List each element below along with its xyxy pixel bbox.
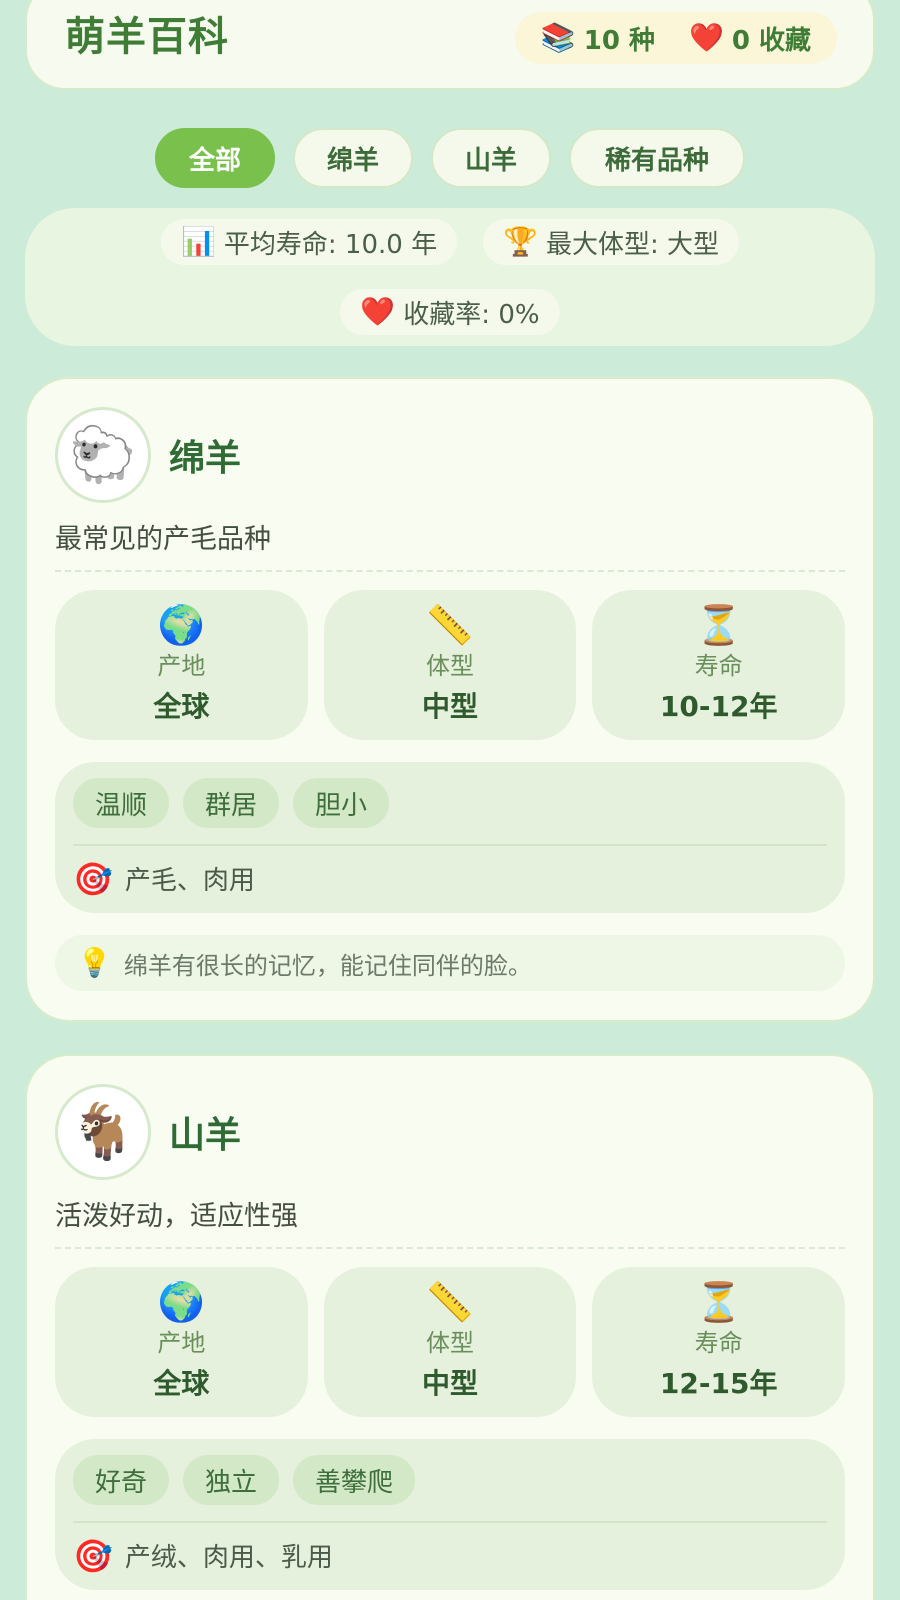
favorite-rate-text: 收藏率: 0% [403,299,540,330]
bar-chart-icon: 📊 [181,225,216,258]
hourglass-icon: ⏳ [695,602,743,647]
purpose-text: 产毛、肉用 [124,866,255,896]
filter-tabs: 全部 绵羊 山羊 稀有品种 [0,128,900,188]
lifespan-label: 寿命 [694,1328,743,1357]
purpose-row: 🎯 产绒、肉用、乳用 [73,1537,827,1574]
traits-box: 温顺 群居 胆小 🎯 产毛、肉用 [55,762,845,913]
breed-description: 活泼好动，适应性强 [55,1194,845,1249]
lifespan-box: ⏳ 寿命 12-15年 [592,1267,846,1417]
globe-icon: 🌍 [157,1279,205,1324]
lifespan-box: ⏳ 寿命 10-12年 [592,590,846,740]
lifespan-label: 寿命 [694,651,743,680]
max-size-text: 最大体型: 大型 [545,229,719,260]
size-label: 体型 [426,651,474,680]
breed-avatar: 🐑 [55,407,151,503]
breed-info-row: 🌍 产地 全球 📏 体型 中型 ⏳ 寿命 12-15年 [55,1267,846,1417]
fun-fact-text: 绵羊有很长的记忆，能记住同伴的脸。 [123,951,532,980]
breed-card-header: 🐐 山羊 [55,1084,845,1180]
size-label: 体型 [426,1328,474,1357]
breed-description: 最常见的产毛品种 [55,517,845,572]
tab-all[interactable]: 全部 [155,128,275,188]
size-value: 中型 [422,689,479,723]
hourglass-icon: ⏳ [695,1279,743,1324]
sheep-icon: 🐑 [69,423,137,486]
trait-tag: 善攀爬 [293,1455,416,1505]
size-box: 📏 体型 中型 [323,1267,577,1417]
max-size-stat: 🏆 最大体型: 大型 [483,219,739,265]
target-icon: 🎯 [73,859,113,898]
breed-card[interactable]: 🐐 山羊 活泼好动，适应性强 🌍 产地 全球 📏 体型 中型 ⏳ 寿命 12-1… [25,1054,875,1600]
goat-icon: 🐐 [69,1100,137,1163]
breed-info-row: 🌍 产地 全球 📏 体型 中型 ⏳ 寿命 10-12年 [55,590,846,740]
books-icon: 📚 [540,21,576,54]
trait-list: 好奇 独立 善攀爬 [73,1455,827,1523]
globe-icon: 🌍 [157,602,205,647]
purpose-row: 🎯 产毛、肉用 [73,860,827,897]
heart-icon: ❤️ [360,295,396,328]
app-title: 萌羊百科 [65,14,229,60]
tab-rare-breeds[interactable]: 稀有品种 [569,128,745,188]
origin-label: 产地 [157,651,206,680]
favorite-rate-stat: ❤️ 收藏率: 0% [340,289,560,335]
tab-sheep[interactable]: 绵羊 [293,128,413,188]
lifespan-value: 12-15年 [659,1366,778,1400]
breed-avatar: 🐐 [55,1084,151,1180]
ruler-icon: 📏 [426,602,474,647]
origin-value: 全球 [153,1366,210,1400]
trophy-icon: 🏆 [503,225,538,258]
ruler-icon: 📏 [426,1279,474,1324]
summary-badge: 📚 10 种 ❤️ 0 收藏 [514,12,837,64]
target-icon: 🎯 [73,1536,113,1575]
heart-icon: ❤️ [688,21,724,54]
purpose-text: 产绒、肉用、乳用 [124,1543,333,1573]
favorite-count: 0 收藏 [731,25,811,56]
tab-goat[interactable]: 山羊 [431,128,551,188]
origin-label: 产地 [157,1328,206,1357]
fun-fact: 💡 绵羊有很长的记忆，能记住同伴的脸。 [55,935,845,991]
lifespan-value: 10-12年 [659,689,778,723]
size-box: 📏 体型 中型 [323,590,577,740]
origin-box: 🌍 产地 全球 [55,590,308,740]
breed-card-header: 🐑 绵羊 [55,407,845,503]
traits-box: 好奇 独立 善攀爬 🎯 产绒、肉用、乳用 [55,1439,845,1590]
app-header: 萌羊百科 📚 10 种 ❤️ 0 收藏 [25,0,875,90]
trait-tag: 温顺 [73,778,170,828]
breed-name: 山羊 [169,1115,242,1156]
trait-tag: 好奇 [73,1455,170,1505]
origin-value: 全球 [153,689,210,723]
trait-tag: 独立 [183,1455,280,1505]
breed-name: 绵羊 [169,438,242,479]
origin-box: 🌍 产地 全球 [55,1267,308,1417]
breed-count: 10 种 [583,25,655,56]
breed-card[interactable]: 🐑 绵羊 最常见的产毛品种 🌍 产地 全球 📏 体型 中型 ⏳ 寿命 10-12… [25,377,875,1022]
trait-list: 温顺 群居 胆小 [73,778,827,846]
trait-tag: 胆小 [293,778,390,828]
size-value: 中型 [422,1366,479,1400]
stats-panel: 📊 平均寿命: 10.0 年 🏆 最大体型: 大型 ❤️ 收藏率: 0% [25,208,875,346]
lightbulb-icon: 💡 [77,946,112,979]
avg-lifespan-stat: 📊 平均寿命: 10.0 年 [161,219,458,265]
trait-tag: 群居 [183,778,280,828]
avg-lifespan-text: 平均寿命: 10.0 年 [223,229,438,260]
